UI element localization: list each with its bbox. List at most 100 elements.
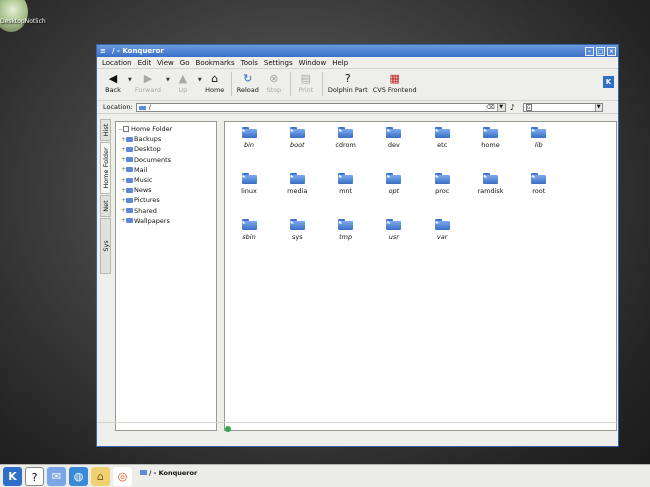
kmail-icon[interactable]: ✉	[47, 466, 66, 486]
file-item-cdrom[interactable]: ◣ cdrom	[326, 127, 366, 149]
forward-history-dropdown[interactable]: ▼	[166, 77, 170, 83]
file-name: root	[532, 187, 546, 195]
file-name: bin	[243, 141, 255, 149]
cvs-frontend-button[interactable]: ▦ CVS Frontend	[373, 72, 417, 94]
tree-item-pictures[interactable]: + Pictures	[118, 195, 216, 205]
file-item-opt[interactable]: ◣ opt	[374, 173, 414, 195]
file-item-usr[interactable]: ◣ usr	[374, 219, 414, 241]
tree-item-wallpapers[interactable]: + Wallpapers	[118, 216, 216, 226]
menu-window[interactable]: Window	[299, 59, 327, 67]
file-item-etc[interactable]: ◣ etc	[422, 127, 462, 149]
lifebuoy-icon[interactable]: ◎	[113, 466, 132, 486]
home-button[interactable]: ⌂ Home	[205, 72, 225, 94]
folder-icon: ◣	[241, 173, 257, 184]
go-icon[interactable]: ♪	[510, 103, 520, 112]
location-history-dropdown[interactable]: ▼	[496, 103, 505, 111]
disc-icon	[0, 0, 28, 32]
close-button[interactable]: ×	[607, 46, 616, 56]
tab-history[interactable]: Hist	[100, 119, 111, 141]
konqueror-globe-icon[interactable]: ◍	[69, 466, 88, 486]
file-name: linux	[241, 187, 257, 195]
k-menu-icon[interactable]: K	[3, 466, 22, 486]
tab-network[interactable]: Net	[100, 195, 111, 217]
menu-bookmarks[interactable]: Bookmarks	[196, 59, 235, 67]
back-button[interactable]: ◀ Back	[103, 72, 123, 94]
desktop-icon[interactable]: DesktopNotlich	[0, 0, 46, 38]
file-name: boot	[289, 141, 305, 149]
file-view: ◣ bin ◣ boot ◣ cdrom ◣ dev ◣ etc ◣ home ◣ lib ◣ linux ◣ m…	[224, 121, 617, 431]
tree-item-shared[interactable]: + Shared	[118, 206, 216, 216]
tree-item-music[interactable]: + Music	[118, 175, 216, 185]
window-menu-icon[interactable]: ≡	[100, 47, 108, 55]
tree-item-documents[interactable]: + Documents	[118, 155, 216, 165]
file-item-linux[interactable]: ◣ linux	[229, 173, 269, 195]
dolphin-part-button[interactable]: ? Dolphin Part	[328, 72, 368, 94]
file-item-tmp[interactable]: ◣ tmp	[326, 219, 366, 241]
folder-icon: ◣	[531, 173, 547, 184]
menu-go[interactable]: Go	[180, 59, 190, 67]
folder-icon: ◣	[483, 173, 498, 184]
printer-icon: ▤	[300, 72, 312, 85]
folder-icon	[126, 177, 133, 183]
reload-button[interactable]: ↻ Reload	[237, 72, 259, 94]
file-name: media	[287, 187, 308, 195]
up-dropdown[interactable]: ▼	[198, 77, 202, 83]
folder-icon	[126, 136, 133, 142]
file-name: usr	[388, 233, 399, 241]
menu-help[interactable]: Help	[332, 59, 348, 67]
cvs-icon: ▦	[389, 72, 400, 85]
tree-item-desktop[interactable]: + Desktop	[118, 144, 216, 154]
file-item-media[interactable]: ◣ media	[277, 173, 317, 195]
search-engine-icon[interactable]: G	[525, 103, 532, 111]
folder-icon	[126, 197, 133, 203]
window-title: / - Konqueror	[112, 47, 164, 55]
file-item-sbin[interactable]: ◣ sbin	[229, 219, 269, 241]
file-item-var[interactable]: ◣ var	[422, 219, 462, 241]
file-item-root[interactable]: ◣ root	[519, 173, 559, 195]
folder-icon: ◣	[386, 127, 402, 138]
up-button[interactable]: ▲ Up	[173, 72, 193, 94]
home-folder-icon	[123, 126, 129, 133]
maximize-button[interactable]: □	[596, 46, 605, 56]
minimize-button[interactable]: –	[585, 46, 594, 56]
file-item-home[interactable]: ◣ home	[471, 127, 511, 149]
file-item-proc[interactable]: ◣ proc	[422, 173, 462, 195]
clear-location-icon[interactable]: ⌫	[486, 104, 494, 111]
search-input[interactable]: G ▼	[522, 102, 603, 112]
print-button[interactable]: ▤ Print	[296, 72, 316, 94]
help-icon[interactable]: ?	[25, 466, 44, 486]
tree-item-mail[interactable]: + Mail	[118, 165, 216, 175]
file-item-bin[interactable]: ◣ bin	[229, 127, 269, 149]
menu-tools[interactable]: Tools	[241, 59, 258, 67]
taskbar-task-konqueror[interactable]: / - Konqueror	[140, 467, 197, 485]
file-item-dev[interactable]: ◣ dev	[374, 127, 414, 149]
menu-edit[interactable]: Edit	[138, 59, 152, 67]
search-dropdown[interactable]: ▼	[594, 103, 602, 111]
file-item-lib[interactable]: ◣ lib	[519, 127, 559, 149]
forward-button[interactable]: ▶ Forward	[135, 72, 161, 94]
tree-item-news[interactable]: + News	[118, 185, 216, 195]
tree-item-backups[interactable]: + Backups	[118, 134, 216, 144]
back-arrow-icon: ◀	[108, 72, 118, 85]
tree-item-home-folder[interactable]: − Home Folder	[118, 124, 216, 134]
stop-button[interactable]: ⊗ Stop	[264, 72, 284, 94]
desktop-icon-label: DesktopNotlich	[0, 18, 46, 25]
menu-location[interactable]: Location	[102, 59, 132, 67]
file-item-mnt[interactable]: ◣ mnt	[326, 173, 366, 195]
file-name: lib	[534, 141, 543, 149]
location-label: Location:	[103, 103, 133, 111]
menu-view[interactable]: View	[157, 59, 174, 67]
folder-icon: ◣	[289, 127, 305, 138]
tab-system-services[interactable]: Sys	[100, 218, 111, 274]
title-bar[interactable]: ≡ / - Konqueror – □ ×	[97, 45, 618, 57]
folder-icon: ◣	[338, 219, 354, 230]
file-item-sys[interactable]: ◣ sys	[277, 219, 317, 241]
menu-settings[interactable]: Settings	[264, 59, 293, 67]
location-input[interactable]: / ⌫ ▼	[135, 102, 506, 112]
folder-icon: ◣	[289, 219, 305, 230]
file-item-boot[interactable]: ◣ boot	[277, 127, 317, 149]
back-history-dropdown[interactable]: ▼	[128, 77, 132, 83]
home-folder-icon[interactable]: ⌂	[91, 466, 110, 486]
file-item-ramdisk[interactable]: ◣ ramdisk	[471, 173, 511, 195]
tab-home-folder[interactable]: Home Folder	[100, 142, 111, 194]
